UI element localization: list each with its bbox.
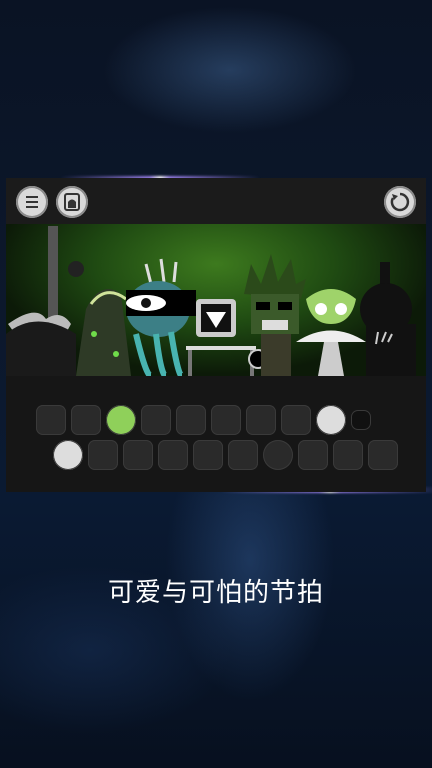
spike-icon[interactable] bbox=[176, 405, 206, 435]
ghost-creature[interactable] bbox=[6, 312, 76, 376]
glove-icon[interactable] bbox=[211, 405, 241, 435]
sound-icon-tray bbox=[6, 376, 426, 492]
horned-shadow[interactable] bbox=[360, 262, 416, 376]
goggles-icon[interactable] bbox=[281, 405, 311, 435]
gallery-button[interactable] bbox=[56, 186, 88, 218]
tv-icon[interactable] bbox=[228, 440, 258, 470]
ring-icon[interactable] bbox=[263, 440, 293, 470]
sun-icon[interactable] bbox=[53, 440, 83, 470]
alien-creature[interactable] bbox=[296, 289, 366, 376]
restart-icon bbox=[390, 192, 410, 212]
bird-icon[interactable] bbox=[158, 440, 188, 470]
eye-creature[interactable] bbox=[126, 258, 196, 376]
hood-icon[interactable] bbox=[333, 440, 363, 470]
robed-figure[interactable] bbox=[76, 289, 131, 376]
alien-head-icon[interactable] bbox=[106, 405, 136, 435]
arch-icon[interactable] bbox=[88, 440, 118, 470]
stage-scene bbox=[6, 226, 416, 376]
swirl-icon[interactable] bbox=[316, 405, 346, 435]
slash-icon[interactable] bbox=[123, 440, 153, 470]
restart-button[interactable] bbox=[384, 186, 416, 218]
blade-icon[interactable] bbox=[71, 405, 101, 435]
wing-icon[interactable] bbox=[36, 405, 66, 435]
promo-caption: 可爱与可怕的节拍 bbox=[107, 578, 324, 608]
dot-icon[interactable] bbox=[351, 410, 371, 430]
robot-icon[interactable] bbox=[141, 405, 171, 435]
menu-icon bbox=[26, 196, 38, 208]
character-stage bbox=[6, 224, 426, 376]
crescent-icon[interactable] bbox=[298, 440, 328, 470]
menu-button[interactable] bbox=[16, 186, 48, 218]
top-bar bbox=[6, 178, 426, 224]
gallery-icon bbox=[64, 193, 80, 211]
hat-icon[interactable] bbox=[368, 440, 398, 470]
whisk-icon[interactable] bbox=[246, 405, 276, 435]
capsule-icon[interactable] bbox=[193, 440, 223, 470]
